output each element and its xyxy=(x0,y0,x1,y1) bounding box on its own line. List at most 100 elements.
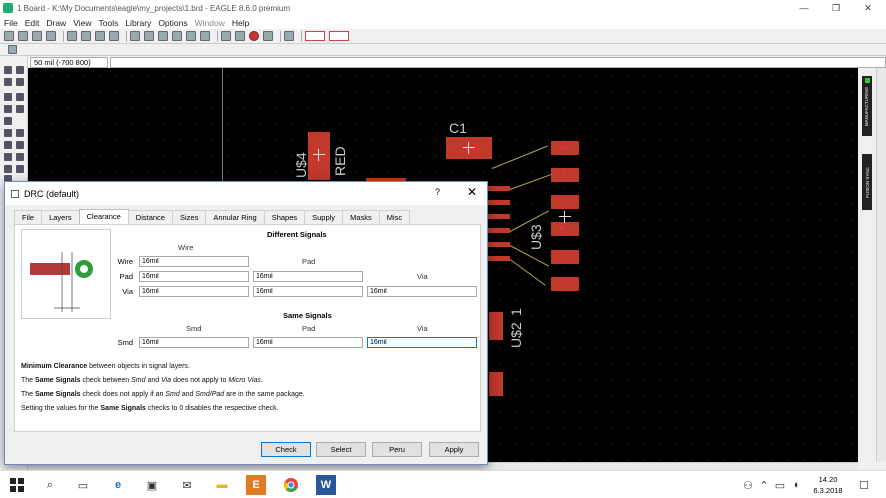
check-button[interactable]: Check xyxy=(261,442,311,457)
go-icon[interactable] xyxy=(263,31,273,41)
smd-via-field[interactable] xyxy=(367,337,477,348)
ic-pad[interactable] xyxy=(486,200,510,205)
pad-pad-field[interactable] xyxy=(253,271,363,282)
task-view-icon[interactable]: ▭ xyxy=(73,475,93,495)
ic-pad[interactable] xyxy=(486,256,510,261)
volume-icon[interactable]: ◖ xyxy=(786,475,806,495)
header-pad[interactable] xyxy=(551,250,579,264)
ic-pad[interactable] xyxy=(486,186,510,191)
store-icon[interactable]: ▣ xyxy=(142,475,162,495)
ic-pad[interactable] xyxy=(486,214,510,219)
via-via-field[interactable] xyxy=(367,286,477,297)
word-icon[interactable]: W xyxy=(316,475,336,495)
via-wire-field[interactable] xyxy=(139,286,249,297)
tab-masks[interactable]: Masks xyxy=(342,210,380,224)
redo-icon[interactable] xyxy=(235,31,245,41)
help-icon[interactable] xyxy=(284,31,294,41)
header-pad[interactable] xyxy=(551,277,579,291)
move-icon[interactable] xyxy=(4,93,12,101)
menu-window[interactable]: Window xyxy=(195,18,225,28)
show-icon[interactable] xyxy=(16,66,24,74)
ic-pad[interactable] xyxy=(486,242,510,247)
zoom-in-icon[interactable] xyxy=(144,31,154,41)
smd-smd-field[interactable] xyxy=(139,337,249,348)
ulp-icon[interactable] xyxy=(95,31,105,41)
peru-button[interactable]: Peru xyxy=(372,442,422,457)
dialog-close-button[interactable]: ✕ xyxy=(467,185,477,199)
header-pad[interactable] xyxy=(551,195,579,209)
split-icon[interactable] xyxy=(4,165,12,173)
resistor-pad[interactable] xyxy=(489,312,503,340)
maximize-button[interactable]: ❐ xyxy=(822,0,850,16)
chrome-icon[interactable] xyxy=(281,475,301,495)
zoom-select-icon[interactable] xyxy=(186,31,196,41)
wrench-icon[interactable] xyxy=(16,141,24,149)
start-icon[interactable] xyxy=(7,475,27,495)
ic-pad[interactable] xyxy=(486,228,510,233)
mark-icon[interactable] xyxy=(16,78,24,86)
display-icon[interactable] xyxy=(4,78,12,86)
script-icon[interactable] xyxy=(109,31,119,41)
tab-distance[interactable]: Distance xyxy=(127,210,173,224)
tab-clearance[interactable]: Clearance xyxy=(78,209,129,224)
clock[interactable]: 14.20 6.3.2018 xyxy=(808,474,848,496)
minimize-button[interactable]: — xyxy=(790,0,818,16)
open-icon[interactable] xyxy=(4,31,14,41)
mirror-icon[interactable] xyxy=(4,105,12,113)
stop-icon[interactable] xyxy=(249,31,259,41)
zoom-last-icon[interactable] xyxy=(200,31,210,41)
redraw-icon[interactable] xyxy=(172,31,182,41)
file-explorer-icon[interactable]: ▬ xyxy=(212,475,232,495)
board-icon[interactable] xyxy=(81,31,91,41)
menu-help[interactable]: Help xyxy=(232,18,249,28)
schematic-icon[interactable] xyxy=(67,31,77,41)
fusion-sync-tab[interactable]: FUSION SYNC xyxy=(862,154,872,210)
undo-icon[interactable] xyxy=(221,31,231,41)
tab-shapes[interactable]: Shapes xyxy=(263,210,306,224)
search-icon[interactable]: ⌕ xyxy=(40,475,60,495)
save-icon[interactable] xyxy=(18,31,28,41)
paste-icon[interactable] xyxy=(16,129,24,137)
resistor-pad[interactable] xyxy=(489,372,503,396)
lock-icon[interactable] xyxy=(16,153,24,161)
menu-draw[interactable]: Draw xyxy=(46,18,66,28)
eagle-taskbar-icon[interactable]: E xyxy=(246,475,266,495)
manufacturing-tab[interactable]: MANUFACTURING xyxy=(862,76,872,136)
pad-wire-field[interactable] xyxy=(139,271,249,282)
apply-button[interactable]: Apply xyxy=(429,442,479,457)
edge-browser-icon[interactable]: e xyxy=(108,475,128,495)
delete-icon[interactable] xyxy=(4,141,12,149)
menu-view[interactable]: View xyxy=(73,18,91,28)
close-button[interactable]: ✕ xyxy=(854,0,882,16)
select-button[interactable]: Select xyxy=(316,442,366,457)
zoom-out-icon[interactable] xyxy=(158,31,168,41)
smd-pad-field[interactable] xyxy=(253,337,363,348)
menu-file[interactable]: File xyxy=(4,18,18,28)
design-link-icon[interactable] xyxy=(305,31,325,41)
print-icon[interactable] xyxy=(32,31,42,41)
via-pad-field[interactable] xyxy=(253,286,363,297)
command-line-input[interactable] xyxy=(110,57,886,68)
zoom-fit-icon[interactable] xyxy=(130,31,140,41)
menu-tools[interactable]: Tools xyxy=(98,18,118,28)
grid-icon[interactable] xyxy=(8,45,17,54)
group-icon[interactable] xyxy=(4,129,12,137)
rotate-icon[interactable] xyxy=(16,105,24,113)
tab-file[interactable]: File xyxy=(14,210,43,224)
info-icon[interactable] xyxy=(4,66,12,74)
menu-library[interactable]: Library xyxy=(125,18,151,28)
tab-misc[interactable]: Misc xyxy=(378,210,411,224)
copy-icon[interactable] xyxy=(16,93,24,101)
tab-sizes[interactable]: Sizes xyxy=(171,210,207,224)
tab-annular-ring[interactable]: Annular Ring xyxy=(205,210,265,224)
mail-icon[interactable]: ✉ xyxy=(177,475,197,495)
align-icon[interactable] xyxy=(4,117,12,125)
cam-icon[interactable] xyxy=(46,31,56,41)
fusion-logo-icon[interactable] xyxy=(329,31,349,41)
menu-options[interactable]: Options xyxy=(158,18,187,28)
menu-edit[interactable]: Edit xyxy=(25,18,40,28)
vertical-scrollbar[interactable] xyxy=(876,68,886,462)
wire-wire-field[interactable] xyxy=(139,256,249,267)
dialog-help-button[interactable]: ? xyxy=(435,187,440,197)
optimize-icon[interactable] xyxy=(16,165,24,173)
